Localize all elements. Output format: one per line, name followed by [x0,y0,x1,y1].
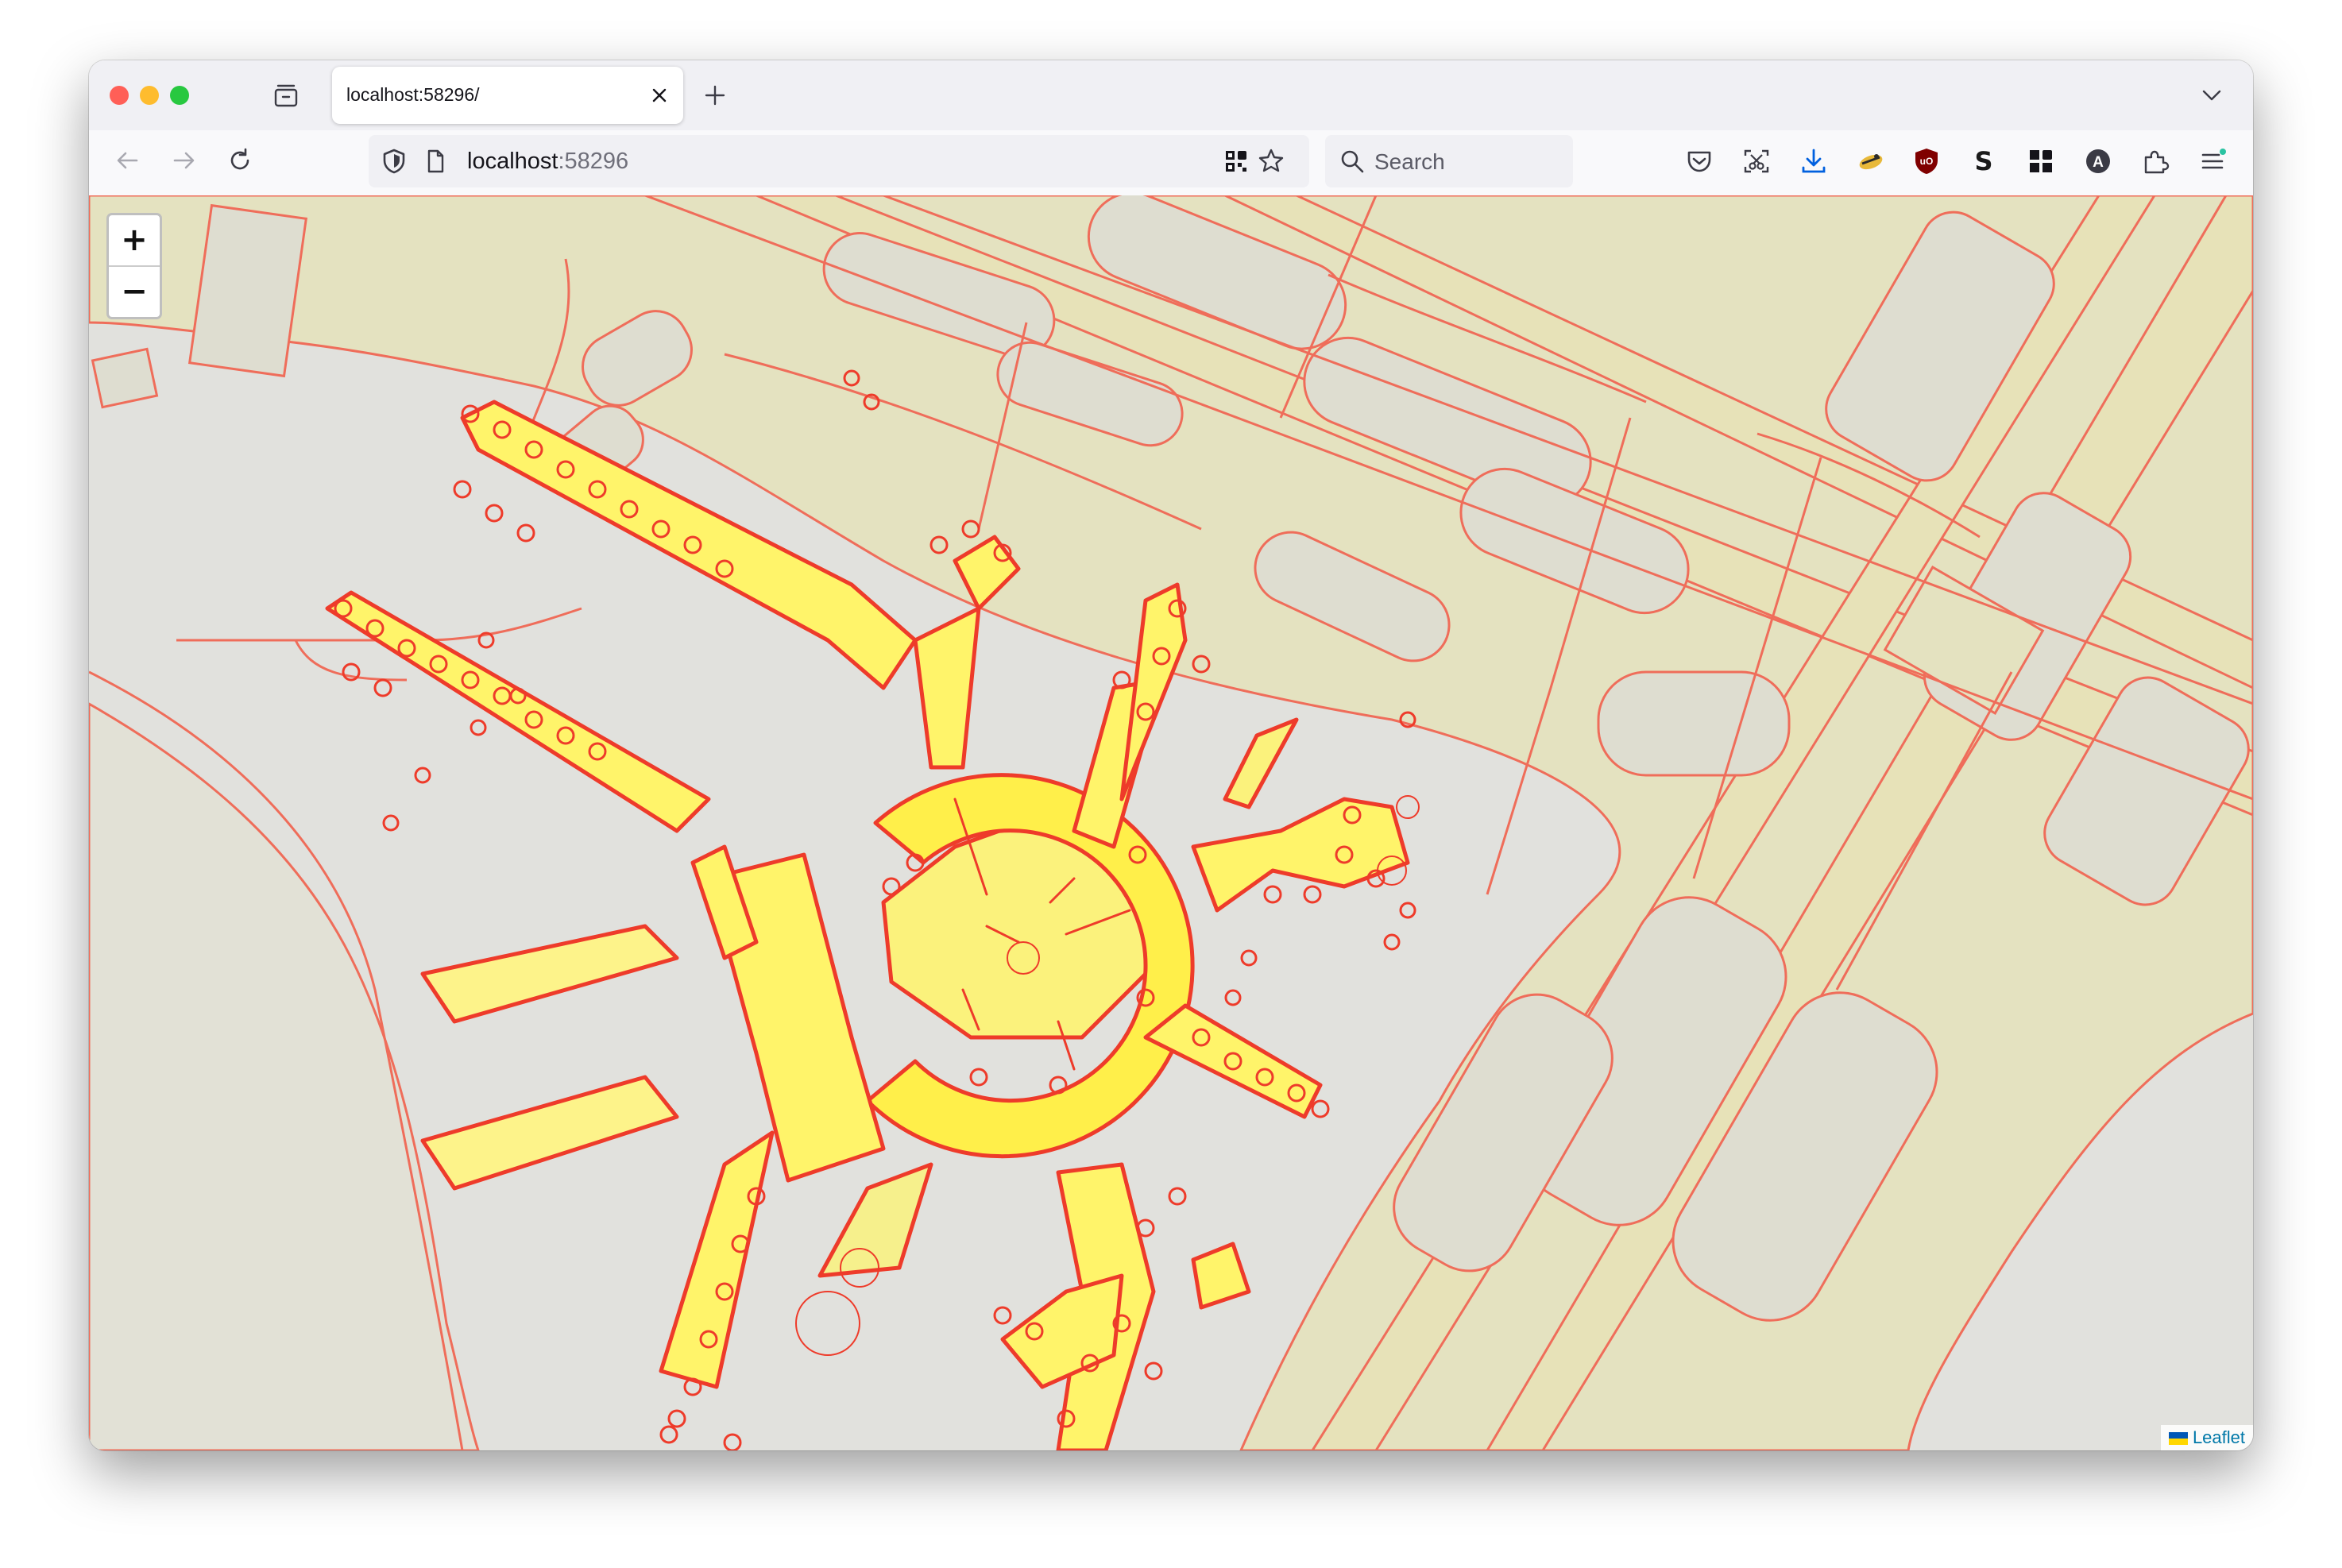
tab-title: localhost:58296/ [346,84,480,105]
search-icon [1341,150,1364,173]
navigation-toolbar: localhost:58296 Search uO S A [89,130,2253,196]
map-attribution: Leaflet [2160,1425,2253,1450]
menu-hamburger-icon[interactable] [2197,146,2228,176]
s-extension-icon[interactable]: S [1969,146,1999,176]
svg-text:uO: uO [1920,156,1934,167]
download-icon[interactable] [1799,146,1829,176]
url-port: :58296 [558,149,629,174]
leaflet-link[interactable]: Leaflet [2193,1427,2245,1447]
window-maximize-button[interactable] [170,86,189,105]
tracking-protection-shield-icon[interactable] [380,147,408,176]
screenshot-icon[interactable] [1741,146,1772,176]
tab-overview-icon[interactable] [273,83,299,108]
account-avatar-icon[interactable]: A [2083,146,2113,176]
back-arrow-icon[interactable] [111,145,143,176]
extension-hand-icon[interactable] [1856,146,1886,176]
close-tab-icon[interactable] [647,83,672,108]
grid-extension-icon[interactable] [2026,146,2056,176]
new-tab-icon[interactable] [702,83,728,108]
page-info-icon[interactable] [421,147,450,176]
svg-text:S: S [1974,146,1992,176]
forward-arrow-icon[interactable] [168,145,200,176]
ukraine-flag-icon [2168,1432,2188,1445]
zoom-out-button[interactable]: − [109,267,160,317]
svg-text:A: A [2093,154,2104,171]
zoom-in-button[interactable]: + [109,215,160,267]
chevron-down-icon[interactable] [2199,83,2224,108]
tab-active[interactable]: localhost:58296/ [332,67,683,124]
url-bar[interactable]: localhost:58296 [369,135,1309,187]
url-host: localhost [467,149,558,174]
zoom-control: + − [106,213,162,319]
map-canvas[interactable] [89,195,2253,1450]
window-minimize-button[interactable] [140,86,159,105]
search-placeholder: Search [1374,149,1445,174]
ublock-origin-icon[interactable]: uO [1911,146,1942,176]
extensions-puzzle-icon[interactable] [2140,146,2170,176]
bookmark-star-icon[interactable] [1257,147,1285,176]
url-text: localhost:58296 [467,149,628,175]
browser-window: localhost:58296/ localhost:58296 Search … [89,60,2253,1450]
reload-icon[interactable] [224,145,256,176]
window-close-button[interactable] [110,86,129,105]
search-bar[interactable]: Search [1325,135,1573,187]
tab-bar: localhost:58296/ [89,60,2253,130]
map-view[interactable]: + − Leaflet [89,195,2253,1450]
qr-code-icon[interactable] [1222,147,1250,176]
pocket-icon[interactable] [1684,146,1714,176]
